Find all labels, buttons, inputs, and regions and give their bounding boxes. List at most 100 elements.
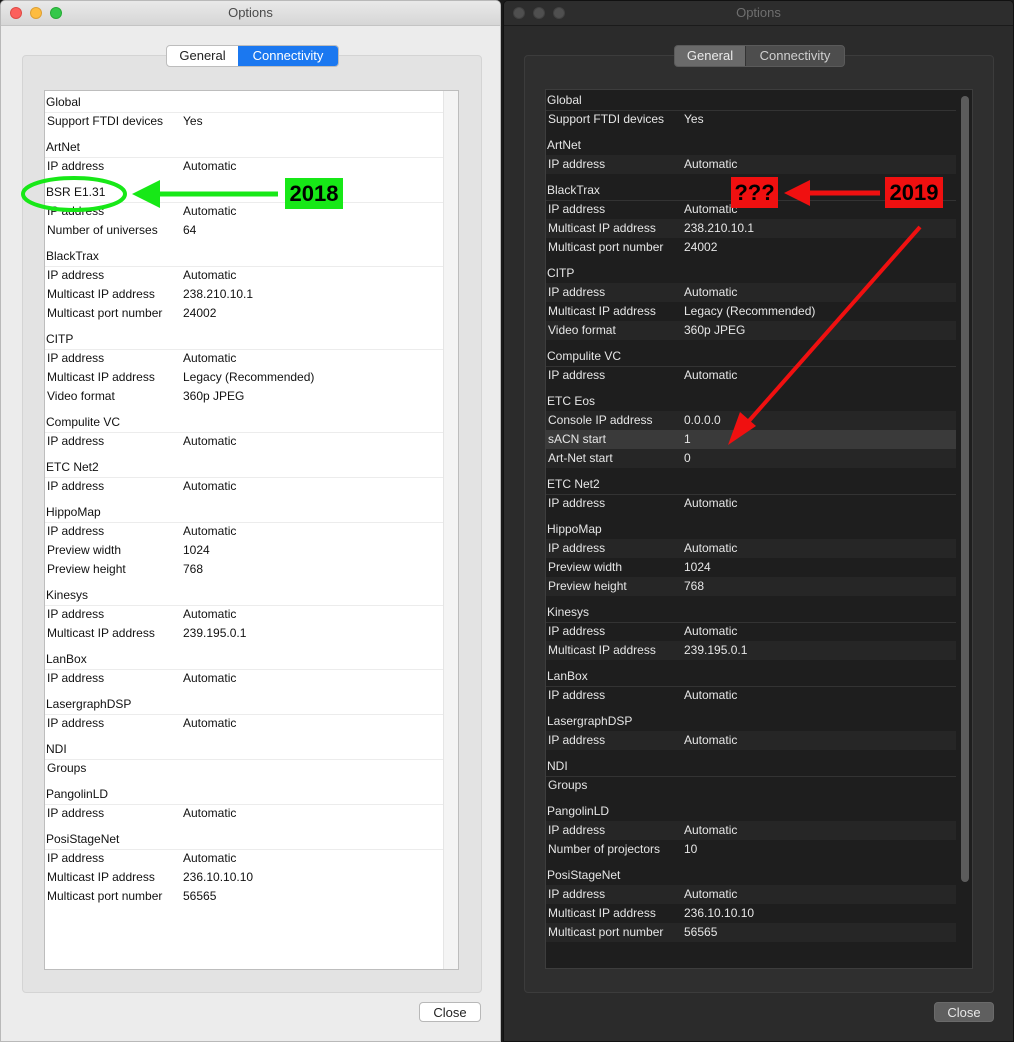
tree-section[interactable]: PangolinLD: [546, 802, 956, 822]
property-value[interactable]: Automatic: [183, 849, 236, 868]
tree-property-row[interactable]: Support FTDI devices Yes: [546, 110, 956, 129]
tree-section[interactable]: LasergraphDSP: [45, 695, 443, 715]
tree-section[interactable]: NDI: [45, 740, 443, 760]
tree-property-row[interactable]: IP address Automatic: [546, 885, 956, 904]
tree-property-row[interactable]: Number of projectors 10: [546, 840, 956, 859]
tree-section[interactable]: Kinesys: [546, 603, 956, 623]
title-bar[interactable]: Options: [1, 1, 500, 26]
property-value[interactable]: 768: [684, 577, 704, 596]
property-value[interactable]: 236.10.10.10: [183, 868, 253, 887]
property-value[interactable]: 239.195.0.1: [684, 641, 747, 660]
property-value[interactable]: 0: [684, 449, 691, 468]
zoom-window-icon[interactable]: [553, 7, 565, 19]
tree-property-row[interactable]: IP address Automatic: [45, 849, 443, 868]
tree-section[interactable]: HippoMap: [546, 520, 956, 540]
tree-property-row[interactable]: IP address Automatic: [45, 157, 443, 176]
property-value[interactable]: Automatic: [684, 283, 737, 302]
scrollbar-track[interactable]: [443, 91, 458, 969]
property-value[interactable]: Automatic: [183, 477, 236, 496]
property-value[interactable]: Automatic: [684, 885, 737, 904]
connectivity-tree[interactable]: Global Support FTDI devices Yes ArtNet IP ad…: [545, 89, 973, 969]
tree-section[interactable]: LanBox: [546, 667, 956, 687]
close-window-icon[interactable]: [10, 7, 22, 19]
tree-property-row[interactable]: Preview width 1024: [546, 558, 956, 577]
tree-property-row[interactable]: IP address Automatic: [546, 622, 956, 641]
tree-section[interactable]: CITP: [546, 264, 956, 284]
close-button[interactable]: Close: [934, 1002, 994, 1022]
tree-property-row[interactable]: Number of universes 64: [45, 221, 443, 240]
close-button[interactable]: Close: [419, 1002, 481, 1022]
tree-property-row[interactable]: IP address Automatic: [45, 202, 443, 221]
title-bar[interactable]: Options: [504, 1, 1013, 26]
property-value[interactable]: 238.210.10.1: [183, 285, 253, 304]
tree-property-row[interactable]: Preview height 768: [546, 577, 956, 596]
property-value[interactable]: Yes: [183, 112, 203, 131]
property-value[interactable]: Yes: [684, 110, 704, 129]
tree-property-row[interactable]: IP address Automatic: [45, 714, 443, 733]
tree-section[interactable]: PangolinLD: [45, 785, 443, 805]
tree-property-row[interactable]: IP address Automatic: [546, 539, 956, 558]
tree-property-row[interactable]: IP address Automatic: [45, 477, 443, 496]
tree-property-row[interactable]: IP address Automatic: [546, 686, 956, 705]
tree-property-row[interactable]: IP address Automatic: [546, 283, 956, 302]
property-value[interactable]: 56565: [183, 887, 216, 906]
property-value[interactable]: Automatic: [183, 432, 236, 451]
close-window-icon[interactable]: [513, 7, 525, 19]
tree-section[interactable]: ETC Net2: [45, 458, 443, 478]
property-value[interactable]: 1024: [183, 541, 210, 560]
tree-section[interactable]: PosiStageNet: [45, 830, 443, 850]
tree-property-row[interactable]: Video format 360p JPEG: [546, 321, 956, 340]
property-value[interactable]: Legacy (Recommended): [684, 302, 815, 321]
tab-general[interactable]: General: [675, 46, 745, 66]
tree-property-row[interactable]: Multicast IP address 236.10.10.10: [45, 868, 443, 887]
tree-property-row[interactable]: Multicast IP address Legacy (Recommended): [45, 368, 443, 387]
tree-property-row[interactable]: Multicast IP address 238.210.10.1: [45, 285, 443, 304]
tree-section[interactable]: LasergraphDSP: [546, 712, 956, 732]
tree-section[interactable]: HippoMap: [45, 503, 443, 523]
property-value[interactable]: 360p JPEG: [684, 321, 745, 340]
property-value[interactable]: 64: [183, 221, 196, 240]
tree-property-row[interactable]: IP address Automatic: [546, 821, 956, 840]
tree-property-row[interactable]: Multicast port number 24002: [546, 238, 956, 257]
tree-property-row[interactable]: IP address Automatic: [45, 605, 443, 624]
tree-section[interactable]: Global: [546, 91, 956, 111]
tree-property-row[interactable]: Multicast IP address 236.10.10.10: [546, 904, 956, 923]
property-value[interactable]: Automatic: [684, 821, 737, 840]
property-value[interactable]: Automatic: [684, 731, 737, 750]
property-value[interactable]: Automatic: [684, 622, 737, 641]
property-value[interactable]: Legacy (Recommended): [183, 368, 314, 387]
property-value[interactable]: 24002: [684, 238, 717, 257]
tree-section[interactable]: ArtNet: [45, 138, 443, 158]
tree-property-row[interactable]: Support FTDI devices Yes: [45, 112, 443, 131]
property-value[interactable]: 56565: [684, 923, 717, 942]
tree-section[interactable]: ArtNet: [546, 136, 956, 156]
tree-property-row[interactable]: Multicast port number 56565: [546, 923, 956, 942]
property-value[interactable]: 239.195.0.1: [183, 624, 246, 643]
scrollbar-thumb[interactable]: [961, 96, 969, 882]
tree-property-row[interactable]: Multicast IP address Legacy (Recommended): [546, 302, 956, 321]
tree-property-row[interactable]: Multicast IP address 239.195.0.1: [45, 624, 443, 643]
property-value[interactable]: Automatic: [183, 605, 236, 624]
tree-property-row[interactable]: Preview height 768: [45, 560, 443, 579]
tree-section[interactable]: BSR E1.31: [45, 183, 443, 203]
tree-property-row[interactable]: IP address Automatic: [546, 155, 956, 174]
tree-property-row[interactable]: Multicast IP address 239.195.0.1: [546, 641, 956, 660]
tree-section[interactable]: Global: [45, 93, 443, 113]
property-value[interactable]: Automatic: [183, 157, 236, 176]
tree-property-row[interactable]: Console IP address 0.0.0.0: [546, 411, 956, 430]
tree-section[interactable]: CITP: [45, 330, 443, 350]
tree-property-row[interactable]: Groups: [45, 759, 443, 778]
tree-property-row[interactable]: IP address Automatic: [45, 432, 443, 451]
property-value[interactable]: Automatic: [183, 266, 236, 285]
tree-section[interactable]: Kinesys: [45, 586, 443, 606]
tree-section[interactable]: LanBox: [45, 650, 443, 670]
property-value[interactable]: 1024: [684, 558, 711, 577]
tree-section[interactable]: Compulite VC: [546, 347, 956, 367]
minimize-window-icon[interactable]: [533, 7, 545, 19]
tree-property-row[interactable]: IP address Automatic: [546, 366, 956, 385]
property-value[interactable]: 10: [684, 840, 697, 859]
tree-property-row[interactable]: IP address Automatic: [45, 266, 443, 285]
tree-property-row[interactable]: Art-Net start 0: [546, 449, 956, 468]
property-value[interactable]: Automatic: [684, 686, 737, 705]
tree-section[interactable]: NDI: [546, 757, 956, 777]
